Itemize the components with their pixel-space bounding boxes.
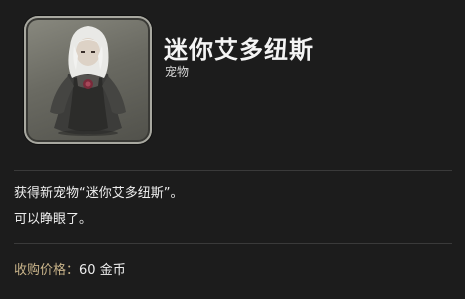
- item-category: 宠物: [165, 65, 190, 79]
- minion-figure-illustration: [50, 26, 126, 136]
- divider-bottom: [14, 243, 452, 244]
- sell-price-value: 60 金币: [79, 263, 126, 278]
- description-line-1: 获得新宠物“迷你艾多纽斯”。: [14, 186, 184, 201]
- item-name: 迷你艾多纽斯: [164, 36, 314, 64]
- item-tooltip: 迷你艾多纽斯 宠物 获得新宠物“迷你艾多纽斯”。 可以睁眼了。 收购价格：60 …: [0, 0, 465, 299]
- sell-price: 收购价格：60 金币: [14, 259, 126, 278]
- sell-price-label: 收购价格：: [14, 263, 80, 278]
- description-line-2: 可以睁眼了。: [14, 212, 93, 227]
- minion-portrait-icon: [24, 16, 152, 144]
- divider-top: [14, 170, 452, 171]
